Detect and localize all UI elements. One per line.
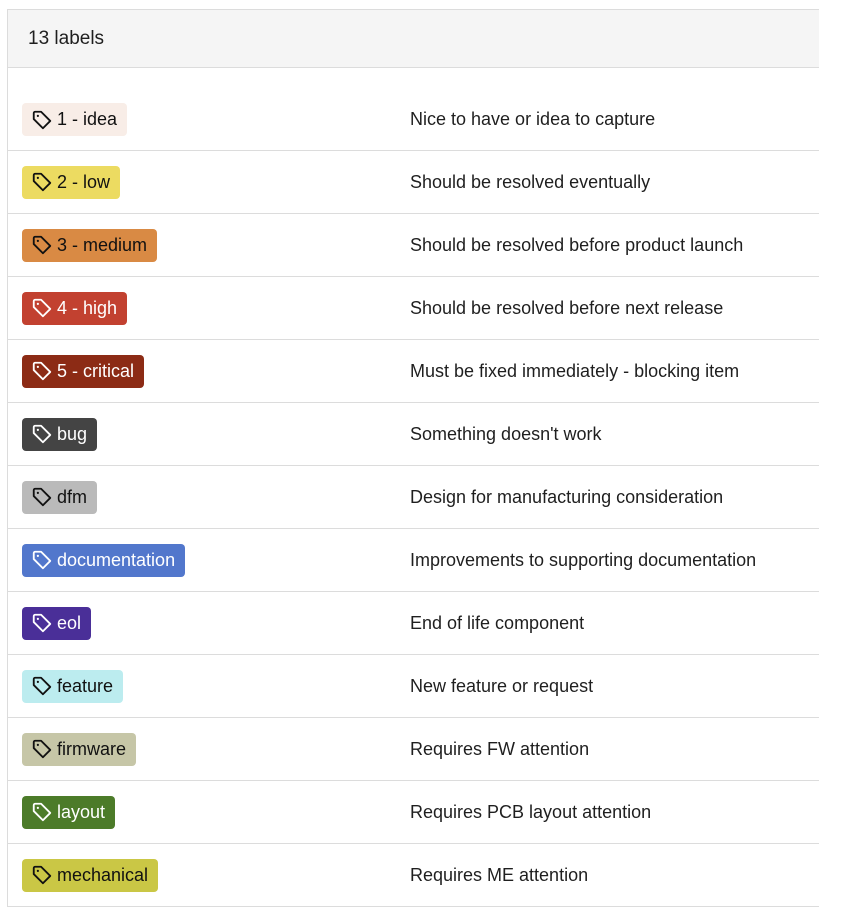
tag-icon <box>32 550 52 570</box>
label-row: mechanical Requires ME attention <box>8 844 819 907</box>
label-name: mechanical <box>57 864 149 885</box>
label-badge[interactable]: bug <box>22 417 98 451</box>
label-badge[interactable]: 5 - critical <box>22 354 145 388</box>
tag-icon <box>32 865 52 885</box>
label-name: 4 - high <box>57 297 118 318</box>
label-row: 4 - high Should be resolved before next … <box>8 277 819 340</box>
label-name: layout <box>57 801 106 822</box>
label-row: firmware Requires FW attention <box>8 718 819 781</box>
label-description: Should be resolved eventually <box>410 171 651 192</box>
label-badge[interactable]: eol <box>22 606 92 640</box>
tag-icon <box>32 487 52 507</box>
label-description: End of life component <box>410 612 585 633</box>
label-row: eol End of life component <box>8 592 819 655</box>
tag-icon <box>32 110 52 129</box>
label-badge[interactable]: layout <box>22 795 116 829</box>
tag-icon <box>32 172 52 192</box>
label-badge[interactable]: 1 - idea <box>22 103 128 136</box>
label-name: 1 - idea <box>57 109 118 129</box>
label-badge[interactable]: 2 - low <box>22 165 121 199</box>
tag-icon <box>32 424 52 444</box>
label-badge[interactable]: dfm <box>22 480 98 514</box>
label-name: feature <box>57 675 114 696</box>
label-row: feature New feature or request <box>8 655 819 718</box>
label-name: 2 - low <box>57 171 111 192</box>
label-description: Design for manufacturing consideration <box>410 486 724 507</box>
label-row: 2 - low Should be resolved eventually <box>8 151 819 214</box>
label-row: documentation Improvements to supporting… <box>8 529 819 592</box>
label-description: Requires ME attention <box>410 864 589 885</box>
label-description: Requires PCB layout attention <box>410 801 652 822</box>
label-name: bug <box>57 423 88 444</box>
label-description: Should be resolved before product launch <box>410 234 744 255</box>
tag-icon <box>32 802 52 822</box>
tag-icon <box>32 613 52 633</box>
label-name: 3 - medium <box>57 234 148 255</box>
label-badge[interactable]: documentation <box>22 543 186 577</box>
label-name: dfm <box>57 486 88 507</box>
label-row: 1 - idea Nice to have or idea to capture <box>8 89 819 151</box>
label-badge[interactable]: mechanical <box>22 858 159 892</box>
label-name: 5 - critical <box>57 360 135 381</box>
label-row: dfm Design for manufacturing considerati… <box>8 466 819 529</box>
label-name: eol <box>57 612 82 633</box>
label-badge[interactable]: 3 - medium <box>22 228 158 262</box>
labels-count-header: 13 labels <box>8 9 819 68</box>
tag-icon <box>32 676 52 696</box>
label-description: Something doesn't work <box>410 423 602 444</box>
label-description: Should be resolved before next release <box>410 297 724 318</box>
tag-icon <box>32 361 52 381</box>
label-description: New feature or request <box>410 675 594 696</box>
label-description: Nice to have or idea to capture <box>410 109 656 129</box>
label-description: Requires FW attention <box>410 738 590 759</box>
label-badge[interactable]: 4 - high <box>22 291 128 325</box>
label-row: layout Requires PCB layout attention <box>8 781 819 844</box>
label-row: 3 - medium Should be resolved before pro… <box>8 214 819 277</box>
label-list: 1 - idea Nice to have or idea to capture… <box>8 89 819 907</box>
label-row: 5 - critical Must be fixed immediately -… <box>8 340 819 403</box>
label-description: Must be fixed immediately - blocking ite… <box>410 360 740 381</box>
label-badge[interactable]: firmware <box>22 732 137 766</box>
label-row: bug Something doesn't work <box>8 403 819 466</box>
labels-count: 13 labels <box>28 27 105 49</box>
labels-panel: 13 labels 1 - idea Nice to have or idea … <box>7 9 819 907</box>
tag-icon <box>32 739 52 759</box>
label-badge[interactable]: feature <box>22 669 124 703</box>
tag-icon <box>32 298 52 318</box>
tag-icon <box>32 235 52 255</box>
label-name: documentation <box>57 549 176 570</box>
label-description: Improvements to supporting documentation <box>410 549 757 570</box>
label-name: firmware <box>57 738 127 759</box>
